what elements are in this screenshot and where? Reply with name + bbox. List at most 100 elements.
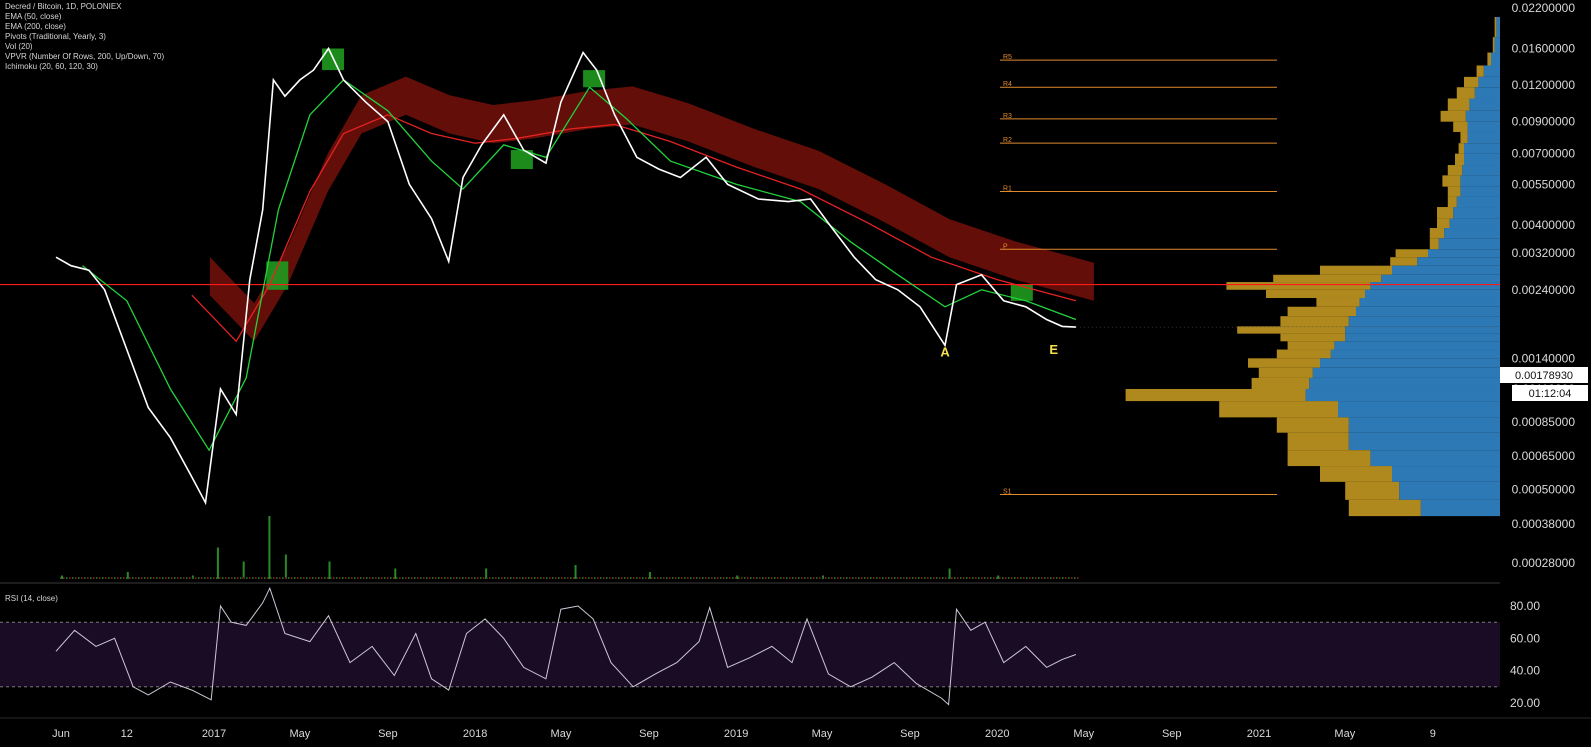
- vpvr-up-bar: [1467, 131, 1500, 144]
- volume-bar: [144, 577, 146, 579]
- vpvr-up-bar: [1359, 297, 1500, 307]
- volume-bar: [396, 577, 398, 579]
- volume-bar: [903, 577, 905, 579]
- time-tick-label: 2020: [985, 728, 1009, 740]
- volume-bar: [612, 577, 614, 579]
- indicator-volume[interactable]: Vol (20): [5, 42, 164, 52]
- volume-bar: [156, 577, 158, 579]
- volume-bar: [284, 554, 287, 579]
- vpvr-up-bar: [1474, 87, 1500, 99]
- volume-bar: [486, 577, 488, 579]
- volume-bar: [1074, 577, 1076, 579]
- volume-bar: [546, 577, 548, 579]
- volume-bar: [510, 577, 512, 579]
- volume-bar: [177, 577, 179, 579]
- vpvr-up-bar: [1428, 249, 1500, 258]
- volume-bar: [534, 577, 536, 579]
- vpvr-up-bar: [1469, 98, 1500, 111]
- volume-bar: [342, 577, 344, 579]
- volume-bar: [591, 577, 593, 579]
- volume-bar: [1041, 577, 1043, 579]
- indicator-ichimoku[interactable]: Ichimoku (20, 60, 120, 30): [5, 62, 164, 72]
- volume-bar: [765, 577, 767, 579]
- volume-bar: [138, 577, 140, 579]
- volume-bar: [432, 577, 434, 579]
- vpvr-up-bar: [1417, 257, 1500, 266]
- volume-bar: [291, 577, 293, 579]
- vpvr-up-bar: [1320, 358, 1500, 368]
- volume-bar: [1011, 577, 1013, 579]
- volume-bar: [996, 577, 998, 579]
- indicator-ema50[interactable]: EMA (50, close): [5, 12, 164, 22]
- volume-bar: [648, 577, 650, 579]
- volume-bar: [444, 577, 446, 579]
- volume-bar: [489, 577, 491, 579]
- volume-bar: [513, 577, 515, 579]
- rsi-title[interactable]: RSI (14, close): [5, 594, 58, 603]
- vpvr-up-bar: [1345, 333, 1500, 342]
- volume-bar: [123, 577, 125, 579]
- symbol-title[interactable]: Decred / Bitcoin, 1D, POLONIEX: [5, 2, 164, 12]
- pivot-label: P: [1003, 243, 1008, 250]
- vpvr-down-bar: [1226, 282, 1371, 290]
- volume-bar: [159, 577, 161, 579]
- volume-bar: [933, 577, 935, 579]
- volume-bar: [318, 577, 320, 579]
- volume-bar: [897, 577, 899, 579]
- vpvr-up-bar: [1392, 265, 1500, 275]
- volume-bar: [495, 577, 497, 579]
- vpvr-up-bar: [1460, 175, 1500, 187]
- volume-bar: [951, 577, 953, 579]
- volume-bar: [255, 577, 257, 579]
- pivot-label: R3: [1003, 113, 1012, 120]
- volume-bar: [1068, 577, 1070, 579]
- vpvr-up-bar: [1305, 388, 1500, 402]
- volume-bar: [840, 577, 842, 579]
- volume-bar: [171, 577, 173, 579]
- volume-bar: [1032, 577, 1034, 579]
- volume-bar: [132, 577, 134, 579]
- volume-bar: [574, 565, 577, 579]
- volume-bar: [987, 577, 989, 579]
- volume-bar: [843, 577, 845, 579]
- volume-bar: [297, 577, 299, 579]
- volume-bar: [129, 577, 131, 579]
- volume-bar: [198, 577, 200, 579]
- vpvr-down-bar: [1447, 196, 1457, 208]
- volume-bar: [990, 577, 992, 579]
- volume-bar: [438, 577, 440, 579]
- volume-bar: [582, 577, 584, 579]
- vpvr-up-bar: [1460, 186, 1500, 197]
- indicator-ema200[interactable]: EMA (200, close): [5, 22, 164, 32]
- volume-bar: [441, 577, 443, 579]
- volume-bar: [324, 577, 326, 579]
- vpvr-up-bar: [1356, 306, 1500, 317]
- volume-bar: [333, 577, 335, 579]
- chart-canvas[interactable]: R5 R4 R3 R2 R1 P S1 0.02200000 0.01600000 0.0120…: [0, 0, 1591, 747]
- volume-bar: [477, 577, 479, 579]
- vpvr-up-bar: [1370, 282, 1500, 290]
- volume-bar: [879, 577, 881, 579]
- time-tick-label: May: [1073, 728, 1094, 740]
- rsi-tick-label: 20.00: [1510, 696, 1540, 710]
- ichimoku-cloud: [209, 48, 1094, 342]
- volume-bar: [714, 577, 716, 579]
- volume-bar: [327, 577, 329, 579]
- indicator-vpvr[interactable]: VPVR (Number Of Rows, 200, Up/Down, 70): [5, 52, 164, 62]
- vpvr-down-bar: [1437, 207, 1454, 219]
- volume-bar: [483, 577, 485, 579]
- volume-bar: [549, 577, 551, 579]
- volume-bar: [735, 577, 737, 579]
- volume-bar: [792, 577, 794, 579]
- vpvr-up-bar: [1453, 207, 1500, 219]
- volume-bar: [855, 577, 857, 579]
- volume-bar: [72, 577, 74, 579]
- volume-bar: [975, 577, 977, 579]
- indicator-pivots[interactable]: Pivots (Traditional, Yearly, 3): [5, 32, 164, 42]
- volume-bar: [351, 577, 353, 579]
- volume-bar: [672, 577, 674, 579]
- volume-bar: [249, 577, 251, 579]
- vpvr-up-bar: [1392, 466, 1500, 482]
- volume-bar: [912, 577, 914, 579]
- price-tick-label: 0.01200000: [1512, 78, 1576, 92]
